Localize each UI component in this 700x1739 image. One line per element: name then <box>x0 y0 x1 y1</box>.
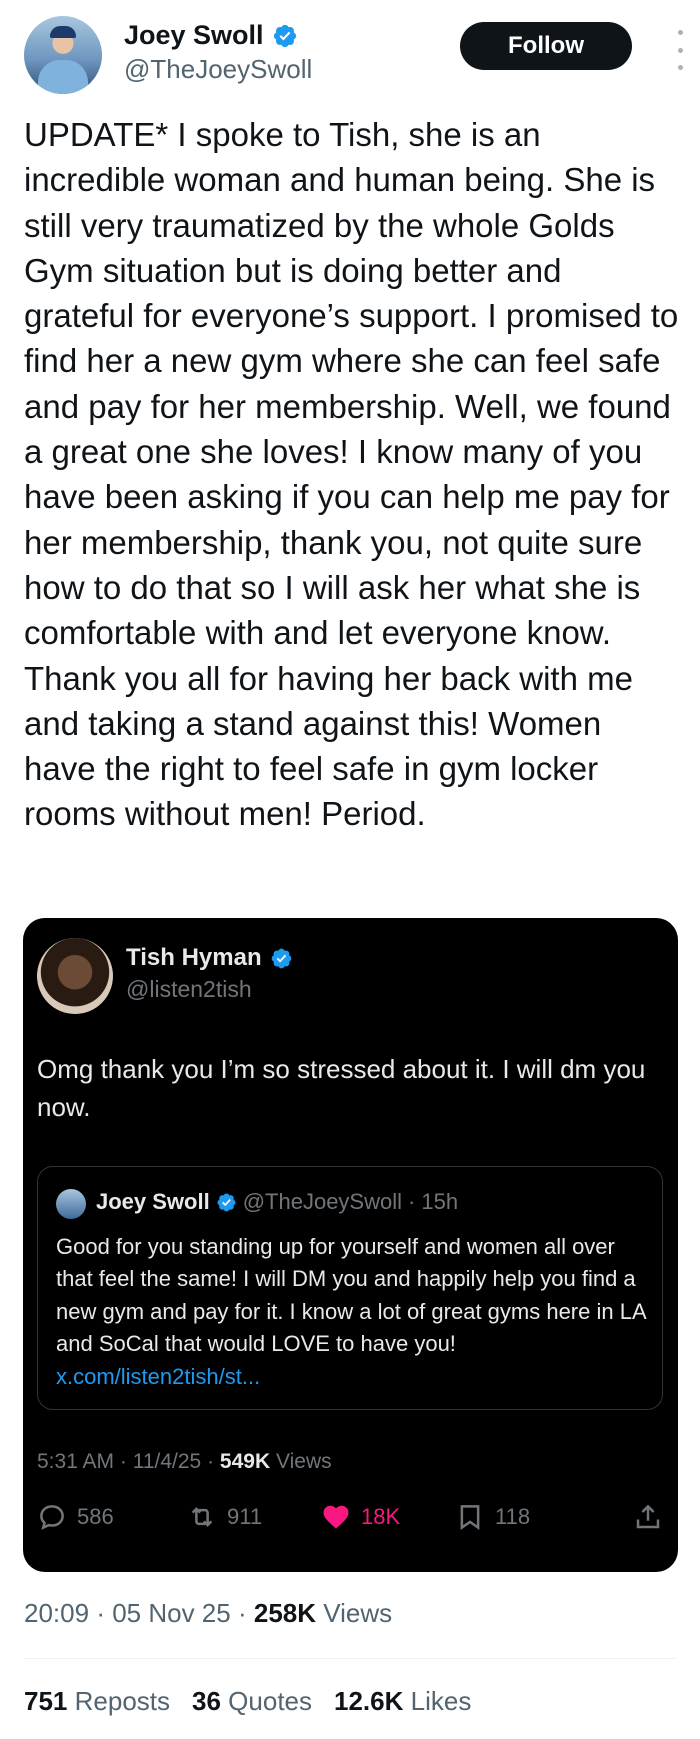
verified-badge-icon <box>273 24 296 47</box>
quoted-timestamp: 5:31 AM · 11/4/25 · 549K Views <box>37 1450 332 1474</box>
inner-tweet-header: Joey Swoll @TheJoeySwoll · 15h <box>96 1189 458 1215</box>
separator-dot: · <box>96 1598 113 1628</box>
repost-button[interactable]: 911 <box>187 1502 262 1532</box>
quotes-label: Quotes <box>228 1686 312 1716</box>
author-avatar[interactable] <box>24 16 102 94</box>
author-handle[interactable]: @TheJoeySwoll <box>124 54 312 85</box>
like-count: 18K <box>361 1504 401 1529</box>
bookmark-count: 118 <box>495 1504 531 1529</box>
quoted-author-name-row: Tish Hyman <box>126 944 293 972</box>
verified-badge-icon <box>271 948 291 968</box>
inner-author-name: Joey Swoll <box>96 1189 210 1214</box>
quoted-tweet-card[interactable]: Tish Hyman @listen2tish Omg thank you I’… <box>23 918 678 1572</box>
inner-tweet-link[interactable]: x.com/listen2tish/st... <box>56 1364 260 1389</box>
tweet-timestamp: 20:09 · 05 Nov 25 · 258K Views <box>24 1598 392 1629</box>
divider <box>24 1658 676 1659</box>
inner-tweet-age: 15h <box>421 1189 459 1214</box>
bookmark-icon <box>460 1505 480 1531</box>
inner-tweet-body: Good for you standing up for yourself an… <box>56 1234 646 1357</box>
share-button[interactable] <box>633 1502 663 1532</box>
inner-tweet-text: Good for you standing up for yourself an… <box>56 1231 652 1393</box>
reply-count: 586 <box>77 1504 114 1529</box>
quoted-author-handle[interactable]: @listen2tish <box>126 976 252 1003</box>
bookmark-button[interactable]: 118 <box>455 1502 530 1532</box>
separator-dot: · <box>119 1450 133 1473</box>
quoted-tweet-text: Omg thank you I’m so stressed about it. … <box>37 1054 646 1122</box>
author-display-name[interactable]: Joey Swoll <box>124 20 264 51</box>
separator-dot: · <box>207 1450 220 1473</box>
tweet-views-label: Views <box>323 1598 393 1628</box>
quoted-views-count: 549K <box>219 1450 271 1473</box>
separator-dot: · <box>237 1598 254 1628</box>
repost-count: 911 <box>227 1504 263 1529</box>
inner-author-handle: @TheJoeySwoll <box>242 1189 403 1214</box>
quoted-action-bar: 586 911 18K 118 <box>37 1502 663 1542</box>
quoted-author-name[interactable]: Tish Hyman <box>126 944 262 972</box>
tweet-header: Joey Swoll @TheJoeySwoll Follow <box>24 16 683 96</box>
tweet-time[interactable]: 20:09 <box>24 1598 89 1628</box>
reposts-stat[interactable]: 751 Reposts <box>24 1686 170 1717</box>
separator-dot: · <box>408 1189 416 1214</box>
reposts-count: 751 <box>24 1686 68 1716</box>
author-name-row: Joey Swoll <box>124 20 298 51</box>
repost-icon <box>191 1507 213 1527</box>
reply-button[interactable]: 586 <box>37 1502 114 1532</box>
reposts-label: Reposts <box>74 1686 171 1716</box>
more-options-icon[interactable] <box>672 30 688 70</box>
quoted-date[interactable]: 11/4/25 <box>133 1450 202 1473</box>
like-button[interactable]: 18K <box>321 1502 400 1532</box>
tweet-text: UPDATE* I spoke to Tish, she is an incre… <box>24 116 679 833</box>
inner-author-avatar <box>56 1189 86 1219</box>
verified-badge-icon <box>217 1193 236 1211</box>
tweet-date[interactable]: 05 Nov 25 <box>112 1598 231 1628</box>
tweet-views-count: 258K <box>253 1598 317 1628</box>
inner-quoted-tweet[interactable]: Joey Swoll @TheJoeySwoll · 15h Good for … <box>37 1166 663 1410</box>
share-icon <box>636 1504 660 1529</box>
quotes-stat[interactable]: 36 Quotes <box>192 1686 312 1717</box>
quoted-views-label: Views <box>275 1450 332 1473</box>
likes-label: Likes <box>410 1686 472 1716</box>
likes-stat[interactable]: 12.6K Likes <box>334 1686 471 1717</box>
likes-count: 12.6K <box>334 1686 404 1716</box>
follow-button[interactable]: Follow <box>460 22 632 70</box>
quoted-author-avatar[interactable] <box>37 938 113 1014</box>
quoted-time[interactable]: 5:31 AM <box>37 1450 114 1473</box>
heart-filled-icon <box>323 1505 349 1529</box>
reply-icon <box>40 1505 64 1530</box>
quotes-count: 36 <box>192 1686 221 1716</box>
engagement-stats: 751 Reposts 36 Quotes 12.6K Likes <box>24 1686 471 1717</box>
